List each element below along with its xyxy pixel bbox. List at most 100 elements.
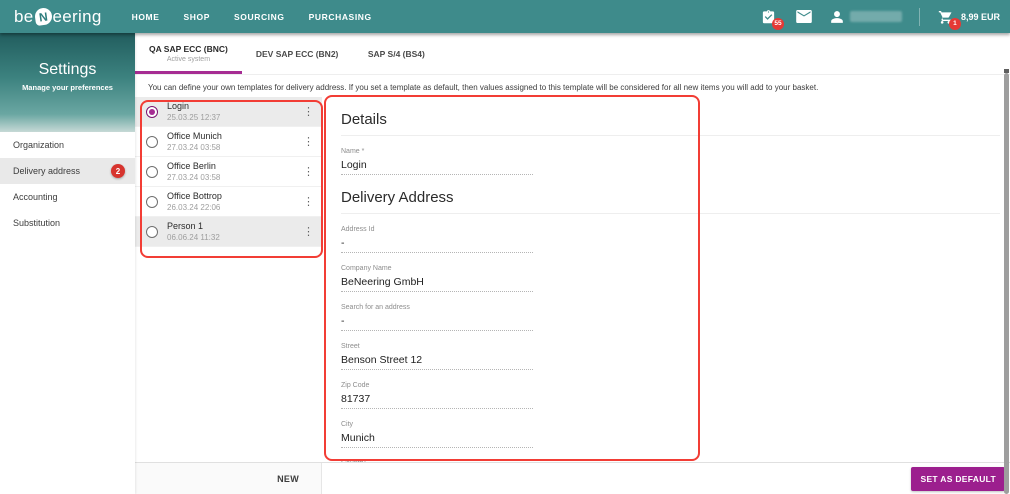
tab-dev-sap-ecc-bn2[interactable]: DEV SAP ECC (BN2) — [242, 33, 353, 74]
navbar-divider — [918, 7, 920, 26]
radio-icon[interactable] — [146, 225, 158, 238]
sidebar-header: Settings Manage your preferences — [0, 33, 135, 132]
logo[interactable]: be N eering — [14, 7, 102, 27]
address-date: 26.03.24 22:06 — [167, 203, 221, 212]
address-row-login[interactable]: Login 25.03.25 12:37 ⋮ — [135, 97, 322, 127]
address-date: 27.03.24 03:58 — [167, 173, 221, 182]
field-label: Company Name — [341, 265, 392, 272]
address-row-office-berlin[interactable]: Office Berlin 27.03.24 03:58 ⋮ — [135, 157, 322, 187]
info-text: You can define your own templates for de… — [135, 75, 1010, 98]
template-details-panel: Details Name * Login Delivery Address Ad… — [322, 97, 1010, 462]
main-panel: QA SAP ECC (BNC) Active system DEV SAP E… — [135, 33, 1010, 494]
cart-total: 8,99 EUR — [960, 11, 1000, 22]
field-label: Address Id — [341, 226, 375, 233]
tab-qa-sap-ecc-bnc[interactable]: QA SAP ECC (BNC) Active system — [135, 33, 242, 74]
address-row-office-bottrop[interactable]: Office Bottrop 26.03.24 22:06 ⋮ — [135, 187, 322, 217]
vertical-scrollbar[interactable] — [1004, 69, 1009, 494]
nav-item-purchasing[interactable]: PURCHASING — [297, 0, 384, 34]
sidebar-item-label: Delivery address — [13, 166, 81, 176]
envelope-icon — [796, 10, 812, 23]
cart-count-badge: 1 — [948, 17, 961, 30]
address-name: Office Berlin — [167, 161, 216, 171]
zip-code-input[interactable]: 81737 — [341, 393, 533, 409]
field-zip-code: Zip Code 81737 — [341, 382, 533, 409]
field-label: Street — [341, 343, 360, 350]
tab-sap-s4-bs4[interactable]: SAP S/4 (BS4) — [352, 33, 440, 74]
field-city: City Munich — [341, 421, 533, 448]
row-menu-icon[interactable]: ⋮ — [303, 226, 314, 237]
row-menu-icon[interactable]: ⋮ — [303, 136, 314, 147]
address-name: Login — [167, 101, 190, 111]
sidebar-item-label: Organization — [13, 140, 65, 150]
row-menu-icon[interactable]: ⋮ — [303, 106, 314, 117]
tab-label: DEV SAP ECC (BN2) — [255, 48, 339, 59]
company-name-input[interactable]: BeNeering GmbH — [341, 276, 533, 292]
name-input[interactable]: Login — [341, 159, 533, 175]
radio-icon[interactable] — [146, 135, 158, 148]
radio-icon[interactable] — [146, 195, 158, 208]
address-id-input[interactable]: - — [341, 237, 533, 253]
radio-selected-icon[interactable] — [146, 105, 158, 118]
person-icon — [831, 10, 843, 23]
tasks-button[interactable]: 55 — [760, 8, 784, 30]
cart-icon-wrap: 1 — [937, 8, 961, 30]
address-date: 25.03.25 12:37 — [167, 113, 221, 122]
row-menu-icon[interactable]: ⋮ — [303, 166, 314, 177]
address-row-office-munich[interactable]: Office Munich 27.03.24 03:58 ⋮ — [135, 127, 322, 157]
sidebar-item-accounting[interactable]: Accounting — [0, 184, 135, 210]
address-date: 06.06.24 11:32 — [167, 233, 220, 242]
city-input[interactable]: Munich — [341, 432, 533, 448]
settings-page: be N eering HOME SHOP SOURCING PURCHASIN… — [0, 0, 1010, 494]
street-input[interactable]: Benson Street 12 — [341, 354, 533, 370]
messages-button[interactable] — [795, 8, 813, 26]
details-footer: SET AS DEFAULT — [322, 463, 1010, 494]
sidebar-item-substitution[interactable]: Substitution — [0, 210, 135, 236]
field-address-id: Address Id - — [341, 226, 533, 253]
sidebar-item-delivery-address[interactable]: Delivery address 2 — [0, 158, 135, 184]
main-nav: HOME SHOP SOURCING PURCHASING — [120, 0, 384, 34]
new-template-button[interactable]: NEW — [277, 474, 299, 484]
cart-button[interactable]: 1 8,99 EUR — [937, 8, 1000, 30]
nav-item-shop[interactable]: SHOP — [171, 0, 222, 34]
logo-text-prefix: be — [14, 6, 34, 26]
field-company-name: Company Name BeNeering GmbH — [341, 265, 533, 292]
tab-label: QA SAP ECC (BNC) — [149, 44, 228, 54]
user-account[interactable] — [830, 10, 902, 24]
address-search-input[interactable]: - — [341, 315, 533, 331]
field-street: Street Benson Street 12 — [341, 343, 533, 370]
settings-sidebar: Settings Manage your preferences Organiz… — [0, 33, 135, 494]
field-address-search: Search for an address - — [341, 304, 533, 331]
address-name: Office Bottrop — [167, 191, 222, 201]
page-subtitle: Manage your preferences — [22, 83, 113, 92]
set-as-default-button[interactable]: SET AS DEFAULT — [911, 466, 1005, 491]
footer-bar: NEW SET AS DEFAULT — [135, 462, 1010, 494]
address-row-person-1[interactable]: Person 1 06.06.24 11:32 ⋮ — [135, 217, 322, 247]
nav-item-sourcing[interactable]: SOURCING — [222, 0, 297, 34]
logo-text-suffix: eering — [52, 6, 102, 26]
address-template-list: Login 25.03.25 12:37 ⋮ Office Munich 27.… — [135, 97, 322, 462]
top-navbar: be N eering HOME SHOP SOURCING PURCHASIN… — [0, 0, 1010, 33]
field-label: Name * — [341, 148, 365, 155]
system-tabs: QA SAP ECC (BNC) Active system DEV SAP E… — [135, 33, 1010, 75]
address-name: Office Munich — [167, 131, 222, 141]
navbar-actions: 55 1 8,99 EUR — [760, 7, 1000, 30]
delivery-address-content: Login 25.03.25 12:37 ⋮ Office Munich 27.… — [135, 97, 1010, 462]
delivery-address-heading: Delivery Address — [341, 189, 1000, 214]
tab-sublabel: Active system — [166, 56, 211, 63]
field-label: Zip Code — [341, 382, 370, 389]
radio-icon[interactable] — [146, 165, 158, 178]
details-heading: Details — [341, 111, 1000, 136]
field-label: City — [341, 421, 354, 428]
delivery-address-count-badge: 2 — [111, 164, 125, 178]
address-name: Person 1 — [167, 221, 204, 231]
nav-item-home[interactable]: HOME — [120, 0, 172, 34]
page-title: Settings — [38, 61, 97, 78]
sidebar-item-label: Substitution — [13, 218, 61, 228]
sidebar-item-label: Accounting — [13, 192, 58, 202]
row-menu-icon[interactable]: ⋮ — [303, 196, 314, 207]
username-redacted — [849, 11, 902, 22]
field-name: Name * Login — [341, 148, 533, 175]
tab-label: SAP S/4 (BS4) — [367, 48, 425, 59]
sidebar-item-organization[interactable]: Organization — [0, 132, 135, 158]
address-date: 27.03.24 03:58 — [167, 143, 221, 152]
